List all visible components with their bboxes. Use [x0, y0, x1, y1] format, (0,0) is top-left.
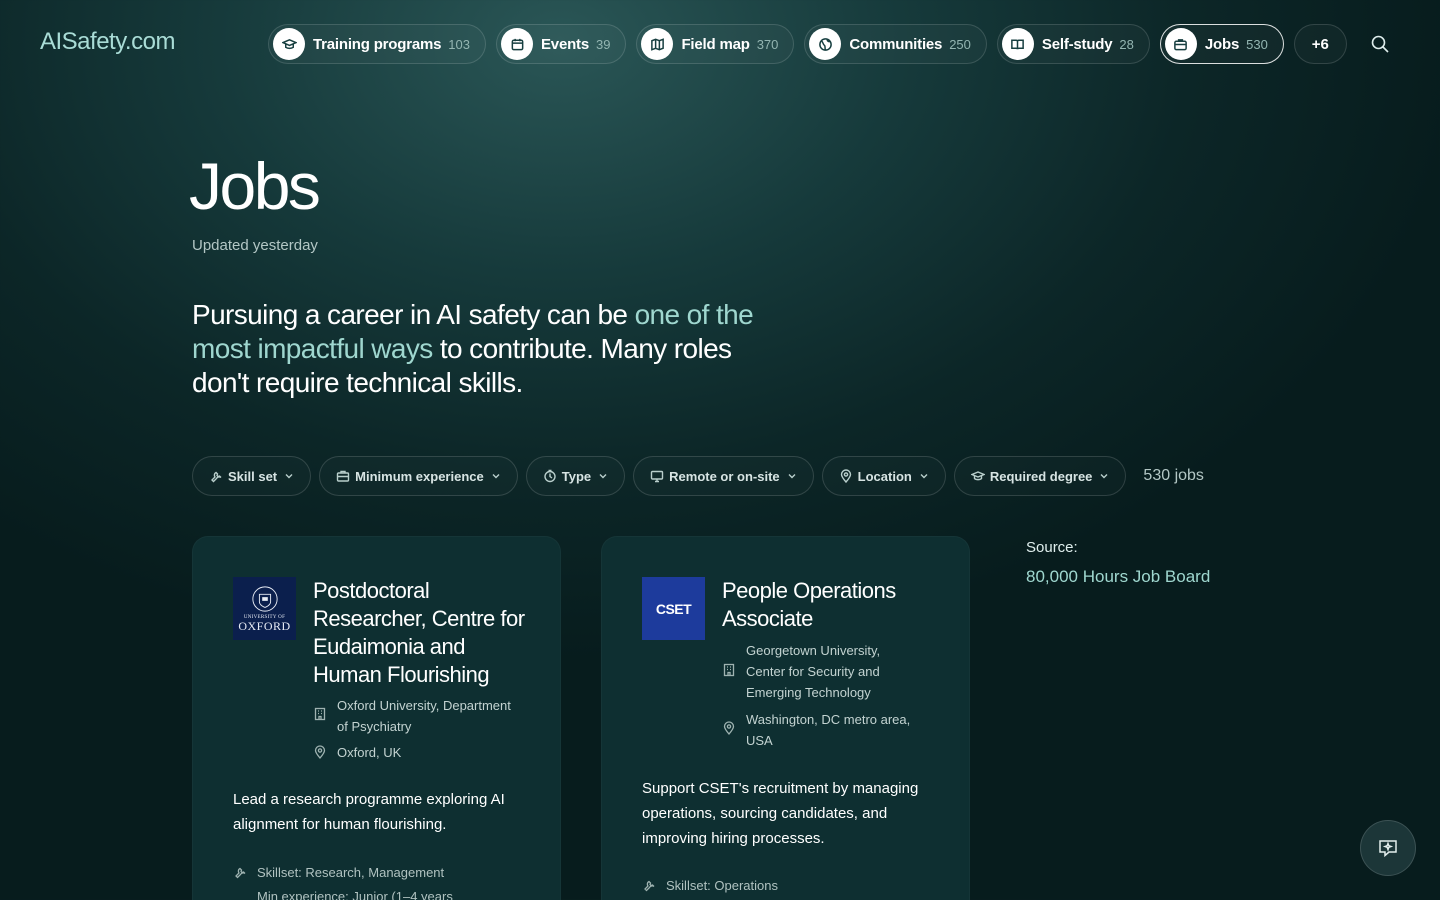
updated-label: Updated yesterday	[192, 237, 318, 254]
chevron-down-icon	[920, 474, 928, 479]
job-organization: Georgetown University, Center for Securi…	[722, 640, 922, 703]
oxford-crest-icon	[251, 586, 278, 612]
chevron-down-icon	[788, 474, 796, 479]
job-title[interactable]: People Operations Associate	[722, 577, 937, 633]
search-button[interactable]	[1366, 30, 1394, 58]
job-skillset: Skillset: Operations	[642, 874, 778, 897]
clock-icon	[544, 469, 556, 483]
job-card-oxford[interactable]: UNIVERSITY OF OXFORD Postdoctoral Resear…	[192, 536, 561, 900]
wrench-icon	[644, 880, 655, 892]
wrench-icon	[235, 867, 246, 879]
book-icon	[1001, 28, 1034, 60]
filter-label: Location	[857, 468, 912, 484]
nav-count: 103	[448, 36, 470, 52]
cset-logo: CSET	[642, 577, 705, 640]
nav-count: 28	[1119, 36, 1134, 52]
chevron-down-icon	[1100, 474, 1108, 479]
filter-label: Skill set	[228, 468, 278, 484]
site-logo[interactable]: AISafety.com	[40, 28, 175, 56]
filter-type[interactable]: Type	[525, 456, 626, 496]
source-link[interactable]: 80,000 Hours Job Board	[1026, 567, 1210, 587]
nav-label: Jobs	[1204, 35, 1240, 53]
filter-label: Type	[561, 468, 592, 484]
nav-label: Self-study	[1041, 35, 1113, 53]
briefcase-icon	[1164, 28, 1197, 60]
job-card-cset[interactable]: CSET People Operations Associate Georget…	[601, 536, 970, 900]
graduation-cap-icon	[970, 471, 985, 481]
filter-min-experience[interactable]: Minimum experience	[319, 456, 518, 496]
nav-label: Communities	[849, 35, 943, 53]
nav-label: Events	[541, 35, 589, 53]
organization-name: Georgetown University, Center for Securi…	[746, 643, 881, 700]
job-title[interactable]: Postdoctoral Researcher, Centre for Euda…	[313, 577, 528, 689]
search-icon	[1371, 35, 1389, 53]
nav-count: 530	[1246, 36, 1268, 52]
cset-logo-text: CSET	[655, 600, 692, 617]
oxford-logo-text: OXFORD	[238, 619, 291, 633]
filter-skill-set[interactable]: Skill set	[192, 456, 312, 496]
graduation-cap-icon	[273, 28, 305, 60]
job-location: Washington, DC metro area, USA	[722, 709, 922, 751]
oxford-logo: UNIVERSITY OF OXFORD	[233, 577, 296, 640]
filter-required-degree[interactable]: Required degree	[953, 456, 1127, 496]
nav-label: Training programs	[313, 35, 442, 53]
calendar-icon	[501, 28, 533, 60]
briefcase-icon	[336, 470, 350, 482]
map-pin-icon	[314, 745, 326, 759]
job-description: Support CSET's recruitment by managing o…	[642, 780, 919, 847]
nav-count: 250	[949, 36, 971, 52]
building-icon	[314, 707, 326, 721]
nav-communities[interactable]: Communities 250	[804, 24, 987, 64]
wrench-icon	[211, 471, 222, 483]
filter-label: Required degree	[989, 468, 1093, 484]
filter-remote[interactable]: Remote or on-site	[633, 456, 814, 496]
intro-text-start: Pursuing a career in AI safety can be	[192, 299, 635, 330]
chat-assistant-button[interactable]	[1360, 820, 1416, 876]
job-location: Oxford, UK	[313, 742, 513, 763]
page-title: Jobs	[189, 149, 321, 223]
main-nav: Training programs 103 Events 39 Field ma…	[268, 24, 1347, 64]
chevron-down-icon	[285, 474, 293, 479]
location-text: Washington, DC metro area, USA	[746, 712, 911, 748]
job-count: 530 jobs	[1143, 467, 1204, 484]
skillset-text: Skillset: Operations	[666, 878, 778, 893]
job-skillset: Skillset: Research, Management	[233, 861, 444, 884]
source-label: Source:	[1026, 539, 1078, 556]
job-min-experience: Min experience: Junior (1–4 years	[257, 889, 453, 900]
monitor-icon	[650, 470, 664, 483]
map-pin-icon	[723, 721, 735, 735]
nav-more-button[interactable]: +6	[1293, 24, 1347, 64]
intro-text: Pursuing a career in AI safety can be on…	[192, 298, 772, 400]
job-organization: Oxford University, Department of Psychia…	[313, 695, 513, 737]
chevron-down-icon	[492, 474, 500, 479]
globe-icon	[809, 28, 842, 60]
nav-count: 370	[756, 36, 779, 52]
job-description: Lead a research programme exploring AI a…	[233, 791, 505, 833]
nav-count: 39	[596, 36, 611, 52]
chevron-down-icon	[599, 474, 607, 479]
nav-self-study[interactable]: Self-study 28	[996, 24, 1150, 64]
filter-label: Minimum experience	[355, 468, 484, 484]
nav-jobs[interactable]: Jobs 530	[1159, 24, 1284, 64]
nav-training-programs[interactable]: Training programs 103	[268, 24, 486, 64]
skillset-text: Skillset: Research, Management	[257, 865, 445, 880]
chat-sparkle-icon	[1379, 840, 1397, 858]
location-text: Oxford, UK	[337, 745, 402, 760]
nav-label: Field map	[681, 35, 750, 53]
nav-field-map[interactable]: Field map 370	[636, 24, 795, 64]
organization-name: Oxford University, Department of Psychia…	[337, 698, 511, 734]
building-icon	[723, 663, 735, 677]
map-icon	[641, 28, 674, 60]
filter-label: Remote or on-site	[669, 468, 780, 484]
filter-bar: Skill set Minimum experience Type Remote…	[192, 456, 1204, 496]
filter-location[interactable]: Location	[821, 456, 946, 496]
map-pin-icon	[840, 469, 851, 483]
nav-events[interactable]: Events 39	[496, 24, 627, 64]
